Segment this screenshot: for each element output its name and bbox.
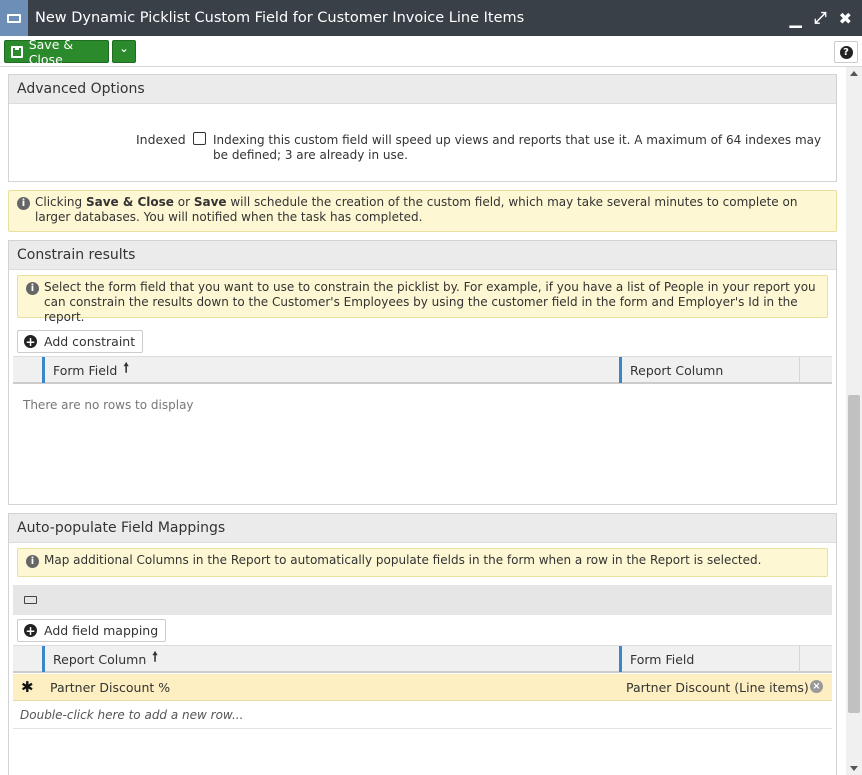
column-header-report-column[interactable]: Report Column: [619, 357, 799, 383]
constrain-grid-header: Form Field 🠕 Report Column: [13, 356, 832, 384]
save-close-button[interactable]: Save & Close: [4, 37, 109, 67]
toolbar: Save & Close ⌄ ?: [0, 36, 862, 67]
window-title: New Dynamic Picklist Custom Field for Cu…: [35, 10, 525, 26]
new-row-placeholder[interactable]: Double-click here to add a new row...: [13, 702, 832, 729]
minimize-icon[interactable]: ▁: [789, 9, 801, 28]
constrain-results-panel: Constrain results i Select the form fiel…: [8, 240, 837, 505]
column-header-report-column-label: Report Column: [630, 362, 724, 378]
constrain-results-header: Constrain results: [9, 241, 836, 270]
mappings-column-report-label: Report Column: [53, 651, 147, 667]
scrollbar-thumb[interactable]: [848, 395, 860, 713]
close-icon[interactable]: ✖: [839, 9, 852, 28]
add-field-mapping-label: Add field mapping: [44, 623, 159, 638]
advanced-options-header: Advanced Options: [9, 75, 836, 104]
field-mappings-header: Auto-populate Field Mappings: [9, 514, 836, 543]
indexed-help-text: Indexing this custom field will speed up…: [213, 133, 822, 162]
column-header-form-field[interactable]: Form Field 🠕: [42, 357, 619, 383]
maximize-icon[interactable]: ⤢: [814, 8, 827, 28]
question-icon: ?: [839, 45, 853, 59]
window-icon: [0, 0, 28, 36]
save-notice: i Clicking Save & Close or Save will sch…: [8, 190, 837, 232]
empty-grid-message: There are no rows to display: [23, 398, 194, 412]
add-field-mapping-button[interactable]: + Add field mapping: [17, 619, 167, 642]
save-options-dropdown-button[interactable]: ⌄: [112, 40, 136, 63]
row-form-field[interactable]: Partner Discount (Line items): [626, 680, 809, 695]
vertical-scrollbar[interactable]: [846, 67, 862, 775]
column-header-form-field-label: Form Field: [53, 362, 118, 378]
indexed-label: Indexed: [136, 132, 186, 147]
scroll-down-icon[interactable]: [850, 766, 858, 771]
column-header-form-field[interactable]: Form Field: [619, 646, 799, 672]
sort-ascending-icon: 🠕: [152, 650, 158, 665]
remove-circle-icon[interactable]: ×: [810, 680, 823, 693]
column-header-actions: [799, 646, 832, 672]
scroll-up-icon[interactable]: [850, 71, 858, 76]
field-mappings-panel: Auto-populate Field Mappings i Map addit…: [8, 513, 837, 775]
help-button[interactable]: ?: [834, 41, 858, 63]
notice-bold-save: Save: [193, 195, 227, 209]
constrain-info-text: Select the form field that you want to u…: [44, 280, 816, 324]
floppy-disk-icon: [11, 45, 23, 58]
notice-text-pre: Clicking: [35, 195, 86, 209]
row-icon[interactable]: [24, 596, 37, 604]
column-header-actions: [799, 357, 832, 383]
add-constraint-label: Add constraint: [44, 334, 136, 349]
row-report-column[interactable]: Partner Discount %: [50, 680, 170, 695]
mappings-info-text: Map additional Columns in the Report to …: [44, 553, 762, 567]
form-scroll-area: Advanced Options Indexed Indexing this c…: [0, 67, 846, 775]
notice-bold-save-close: Save & Close: [85, 195, 174, 209]
advanced-options-panel: Advanced Options Indexed Indexing this c…: [8, 74, 837, 182]
plus-circle-icon: +: [24, 623, 37, 638]
notice-text-mid: or: [173, 195, 194, 209]
mappings-subheader-bar: [13, 585, 832, 615]
table-row[interactable]: ✱ Partner Discount % Partner Discount (L…: [13, 674, 832, 701]
info-icon: i: [26, 555, 39, 568]
mappings-grid-header: Report Column 🠕 Form Field: [13, 645, 832, 673]
row-marker-icon: ✱: [21, 678, 34, 696]
new-row-hint: Double-click here to add a new row...: [20, 708, 244, 722]
chevron-down-icon: ⌄: [119, 42, 129, 55]
info-icon: i: [17, 197, 30, 210]
info-icon: i: [26, 282, 39, 295]
column-header-report-column[interactable]: Report Column 🠕: [42, 646, 619, 672]
mappings-column-form-label: Form Field: [630, 651, 695, 667]
constrain-info-notice: i Select the form field that you want to…: [17, 275, 828, 324]
indexed-checkbox[interactable]: [193, 132, 206, 145]
sort-ascending-icon: 🠕: [123, 361, 129, 376]
add-constraint-button[interactable]: + Add constraint: [17, 330, 144, 353]
plus-circle-icon: +: [24, 334, 37, 349]
mappings-info-notice: i Map additional Columns in the Report t…: [17, 548, 828, 577]
window-titlebar: New Dynamic Picklist Custom Field for Cu…: [0, 0, 862, 36]
save-close-label: Save & Close: [28, 36, 74, 67]
